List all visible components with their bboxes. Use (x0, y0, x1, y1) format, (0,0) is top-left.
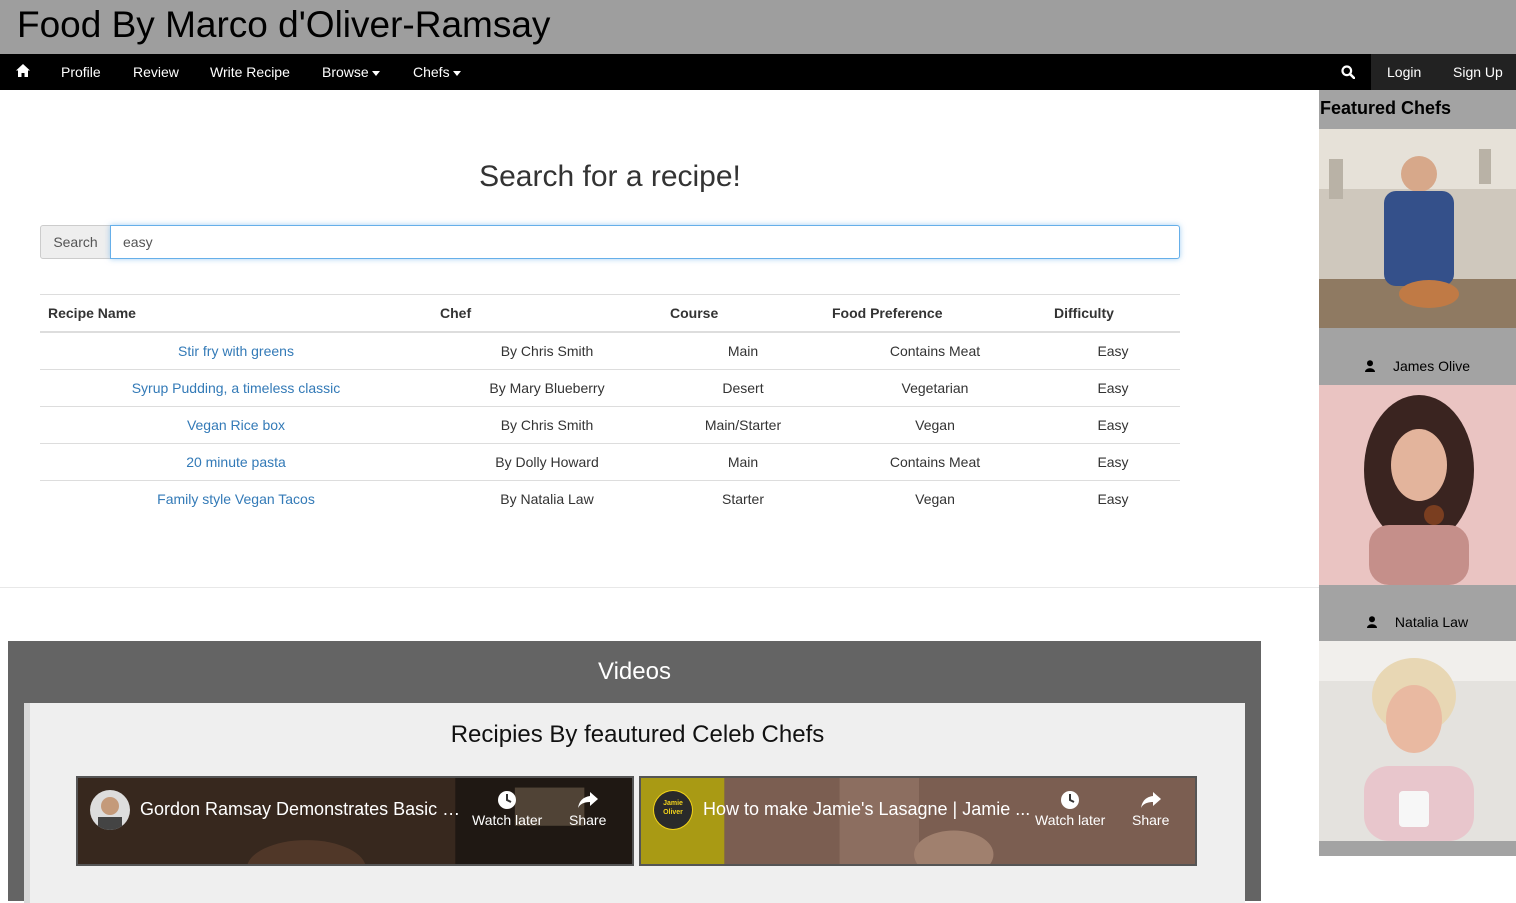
video-player[interactable]: Jamie Oliver How to make Jamie's Lasagne… (639, 776, 1197, 866)
nav-browse-label: Browse (322, 64, 369, 80)
nav-review[interactable]: Review (133, 54, 179, 90)
chef-photo-natalia[interactable] (1319, 385, 1516, 585)
preference-cell: Contains Meat (824, 443, 1046, 481)
col-difficulty: Difficulty (1046, 294, 1180, 333)
search-addon-label: Search (40, 225, 111, 259)
table-row: Syrup Pudding, a timeless classic By Mar… (40, 369, 1180, 407)
recipe-link[interactable]: 20 minute pasta (40, 443, 432, 481)
preference-cell: Vegetarian (824, 369, 1046, 407)
nav-chefs-label: Chefs (413, 64, 450, 80)
difficulty-cell: Easy (1046, 406, 1180, 444)
recipe-search-input[interactable] (110, 225, 1180, 259)
course-cell: Starter (721, 491, 764, 507)
clock-icon (1061, 791, 1080, 809)
difficulty-cell: Easy (1046, 332, 1180, 370)
col-course: Course (662, 294, 824, 333)
chef-name-label: James Olive (1392, 358, 1471, 374)
video-title[interactable]: How to make Jamie's Lasagne | Jamie ... (703, 799, 1033, 820)
difficulty-cell: Easy (1097, 491, 1129, 507)
table-header-row: Recipe Name Chef Course Food Preference … (40, 294, 1180, 333)
nav-write-recipe[interactable]: Write Recipe (210, 54, 290, 90)
share-label: Share (1132, 812, 1170, 828)
main-navbar: Profile Review Write Recipe Browse Chefs… (0, 54, 1516, 90)
signup-link[interactable]: Sign Up (1453, 54, 1503, 90)
table-row: Family style Vegan Tacos By Natalia Law … (40, 481, 1180, 518)
user-icon (1366, 616, 1377, 628)
section-divider (0, 587, 1319, 588)
chef-cell: By Chris Smith (432, 332, 662, 370)
share-label: Share (569, 812, 607, 828)
chef-cell: By Dolly Howard (432, 443, 662, 481)
recipe-results-table: Recipe Name Chef Course Food Preference … (40, 294, 1180, 517)
search-heading: Search for a recipe! (479, 160, 741, 193)
channel-badge-text: Jamie Oliver (663, 800, 683, 816)
col-food-preference: Food Preference (824, 294, 1046, 333)
caret-down-icon (371, 70, 380, 76)
share-button[interactable]: Share (569, 790, 606, 828)
channel-avatar[interactable] (90, 790, 130, 830)
chef-name-item[interactable]: Natalia Law (1319, 614, 1516, 630)
video-thumbnail (78, 778, 632, 864)
videos-heading: Videos (598, 658, 671, 685)
video-thumbnail (641, 778, 1195, 864)
chef-name-label: Natalia Law (1394, 614, 1469, 630)
recipe-link[interactable]: Syrup Pudding, a timeless classic (40, 369, 432, 407)
table-row: Stir fry with greens By Chris Smith Main… (40, 332, 1180, 370)
table-row: 20 minute pasta By Dolly Howard Main Con… (40, 443, 1180, 481)
channel-avatar[interactable]: Jamie Oliver (653, 790, 693, 830)
videos-section: Videos Recipies By feautured Celeb Chefs… (8, 641, 1261, 903)
nav-chefs-dropdown[interactable]: Chefs (413, 54, 461, 90)
videos-panel: Recipies By feautured Celeb Chefs Gordon… (24, 703, 1245, 903)
caret-down-icon (452, 70, 461, 76)
preference-cell: Vegan (915, 491, 955, 507)
video-player[interactable]: Gordon Ramsay Demonstrates Basic C... Wa… (76, 776, 634, 866)
site-title: Food By Marco d'Oliver-Ramsay (17, 4, 551, 45)
difficulty-cell: Easy (1046, 369, 1180, 407)
chef-photo-james[interactable] (1319, 129, 1516, 328)
preference-cell: Vegan (824, 406, 1046, 444)
share-icon (577, 792, 598, 808)
preference-cell: Contains Meat (824, 332, 1046, 370)
course-cell: Main (662, 332, 824, 370)
chef-cell: By Mary Blueberry (432, 369, 662, 407)
course-cell: Desert (662, 369, 824, 407)
watch-later-label: Watch later (1035, 812, 1106, 828)
col-chef: Chef (432, 294, 662, 333)
watch-later-button[interactable]: Watch later (1035, 790, 1105, 828)
recipe-link[interactable]: Family style Vegan Tacos (40, 481, 432, 518)
chef-cell: By Natalia Law (500, 491, 594, 507)
featured-chefs-sidebar: Featured Chefs James Olive Natalia Law (1319, 90, 1516, 856)
table-row: Vegan Rice box By Chris Smith Main/Start… (40, 406, 1180, 444)
site-header: Food By Marco d'Oliver-Ramsay (0, 0, 1516, 54)
watch-later-label: Watch later (472, 812, 543, 828)
videos-subheading: Recipies By feautured Celeb Chefs (450, 721, 825, 748)
recipe-link[interactable]: Vegan Rice box (40, 406, 432, 444)
share-icon (1140, 792, 1161, 808)
difficulty-cell: Easy (1046, 443, 1180, 481)
recipe-link[interactable]: Stir fry with greens (40, 332, 432, 370)
chef-photo-chef-three[interactable] (1319, 641, 1516, 841)
login-link[interactable]: Login (1387, 54, 1421, 90)
home-icon[interactable] (16, 54, 30, 90)
watch-later-button[interactable]: Watch later (472, 790, 542, 828)
chef-cell: By Chris Smith (432, 406, 662, 444)
course-cell: Main/Starter (662, 406, 824, 444)
clock-icon (498, 791, 517, 809)
share-button[interactable]: Share (1132, 790, 1169, 828)
video-title[interactable]: Gordon Ramsay Demonstrates Basic C... (140, 799, 470, 820)
nav-profile[interactable]: Profile (61, 54, 101, 90)
chef-name-item[interactable]: James Olive (1319, 358, 1516, 374)
col-recipe-name: Recipe Name (40, 294, 432, 333)
search-icon[interactable] (1341, 54, 1356, 90)
nav-browse-dropdown[interactable]: Browse (322, 54, 380, 90)
featured-chefs-heading: Featured Chefs (1320, 98, 1452, 118)
user-icon (1364, 360, 1375, 372)
course-cell: Main (662, 443, 824, 481)
